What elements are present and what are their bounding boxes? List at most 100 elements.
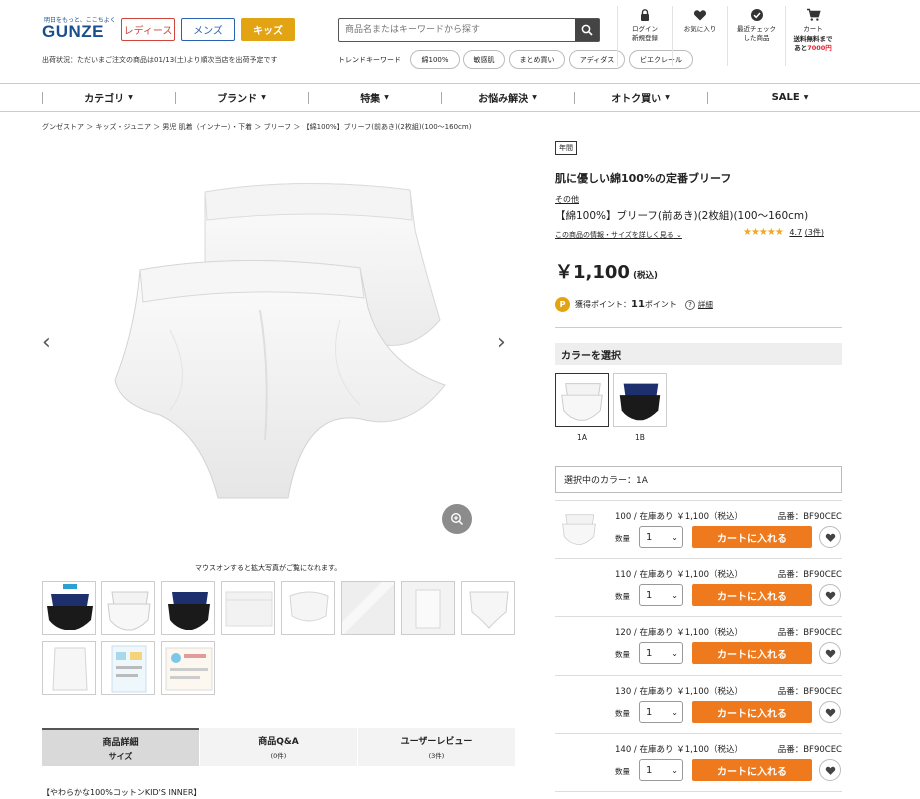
favorite-button[interactable] [819,526,841,548]
color-swatch-1a[interactable] [555,373,609,427]
nav-brand[interactable]: ブランド ▼ [175,84,308,111]
thumbnail-7[interactable] [401,581,455,635]
heart-icon [693,10,707,21]
brand-link[interactable]: その他 [555,194,579,205]
product-main-image[interactable] [110,180,460,510]
trend-keyword[interactable]: 綿100% [410,50,460,69]
rating-summary[interactable]: ★★★★★ 4.7 (3件) [743,227,824,238]
tab-product-qa[interactable]: 商品Q&A (0件) [200,728,357,766]
thumbnail-9[interactable] [42,641,96,695]
variant-code: 品番：BF90CEC [777,628,842,638]
search-icon [581,24,593,36]
variant-row-140: 140 / 在庫あり ￥1,100（税込） 品番：BF90CEC 数量 1 ⌄ カ… [555,733,842,791]
variant-size-stock: 100 / 在庫あり ￥1,100（税込） [615,512,744,522]
qty-select[interactable]: 1 ⌄ [639,584,683,606]
nav-category[interactable]: カテゴリ ▼ [42,84,175,111]
trend-keyword-label: トレンドキーワード [338,56,401,64]
caret-down-icon: ▼ [261,94,266,101]
qty-select[interactable]: 1 ⌄ [639,701,683,723]
swatch-image [619,383,661,421]
thumbnail-11[interactable] [161,641,215,695]
nav-feature[interactable]: 特集 ▼ [308,84,441,111]
mens-button[interactable]: メンズ [181,18,235,41]
qty-value: 1 [646,706,653,718]
swatch-image [561,383,603,421]
favorite-button[interactable] [819,642,841,664]
thumbnail-2[interactable] [101,581,155,635]
kids-button[interactable]: キッズ [241,18,295,41]
variant-row-120: 120 / 在庫あり ￥1,100（税込） 品番：BF90CEC 数量 1 ⌄ カ… [555,616,842,674]
thumbnail-8[interactable] [461,581,515,635]
tab-user-review[interactable]: ユーザーレビュー (3件) [358,728,515,766]
check-icon [750,9,763,21]
add-to-cart-button[interactable]: カートに入れる [692,526,812,548]
zoom-in-icon [450,512,464,526]
thumbnail-4[interactable] [221,581,275,635]
nav-sale-label: SALE [771,92,800,103]
nav-deals[interactable]: オトク買い ▼ [574,84,707,111]
cart-link[interactable]: カート 送料無料まで あと7000円 [785,6,840,66]
breadcrumb[interactable]: グンゼストア ＞ キッズ・ジュニア ＞ 男児 肌着（インナー）・下着 ＞ ブリー… [42,122,471,132]
heart-icon [825,533,835,542]
login-label: ログイン [632,25,658,33]
register-label: 新規登録 [632,34,658,42]
heart-icon [825,766,835,775]
product-info-link[interactable]: この商品の情報・サイズを詳しく見る ⌄ [555,230,682,240]
recent-label-2: した商品 [743,34,770,42]
rating-value: 4.7 [789,228,803,237]
thumbnail-5[interactable] [281,581,335,635]
nav-category-label: カテゴリ [84,94,125,105]
prev-image-arrow-icon[interactable]: ‹ [42,330,51,355]
nav-sale[interactable]: SALE ▼ [707,84,873,111]
variant-size-stock: 110 / 在庫あり ￥1,100（税込） [615,570,744,580]
qty-label: 数量 [615,709,630,718]
next-image-arrow-icon[interactable]: › [497,330,506,355]
login-link[interactable]: ログイン 新規登録 [617,6,672,66]
favorites-link[interactable]: お気に入り [672,6,727,66]
cart-free-amount-prefix: あと [794,44,808,52]
favorite-button[interactable] [819,701,841,723]
search-input[interactable] [339,19,575,41]
caret-down-icon: ▼ [384,94,389,101]
favorite-button[interactable] [819,759,841,781]
color-swatch-1b[interactable] [613,373,667,427]
qty-select[interactable]: 1 ⌄ [639,526,683,548]
qty-select[interactable]: 1 ⌄ [639,642,683,664]
qty-value: 1 [646,647,653,659]
chevron-down-icon: ⌄ [671,707,678,717]
nav-feature-label: 特集 [360,94,381,105]
variant-size-stock: 140 / 在庫あり ￥1,100（税込） [615,745,744,755]
cart-free-amount: 7000円 [807,44,832,52]
heart-icon [825,591,835,600]
trend-keyword[interactable]: まとめ買い [509,50,565,69]
thumbnail-1[interactable] [42,581,96,635]
thumbnail-image [47,584,93,630]
add-to-cart-button[interactable]: カートに入れる [692,642,812,664]
price-tax-label: (税込) [633,271,658,281]
zoom-button[interactable] [442,504,472,534]
divider [555,327,842,328]
color-code-1b: 1B [635,433,645,442]
qty-label: 数量 [615,767,630,776]
qty-select[interactable]: 1 ⌄ [639,759,683,781]
add-to-cart-button[interactable]: カートに入れる [692,584,812,606]
gunze-logo[interactable]: GUNZE [42,22,104,42]
thumbnail-6[interactable] [341,581,395,635]
recently-checked-link[interactable]: 最近チェック した商品 [727,6,785,66]
favorite-button[interactable] [819,584,841,606]
trend-keyword[interactable]: 敏感肌 [463,50,505,69]
caret-down-icon: ▼ [665,94,670,101]
ladies-button[interactable]: レディース [121,18,175,41]
search-button[interactable] [575,19,599,41]
points-detail-link[interactable]: 詳細 [698,299,713,310]
divider [555,791,842,792]
qty-label: 数量 [615,650,630,659]
nav-concerns[interactable]: お悩み解決 ▼ [441,84,574,111]
help-icon[interactable]: ? [684,299,695,310]
thumbnail-3[interactable] [161,581,215,635]
tab-product-detail[interactable]: 商品詳細 サイズ [42,728,199,766]
add-to-cart-button[interactable]: カートに入れる [692,701,812,723]
star-rating-icon: ★★★★★ [743,227,784,238]
thumbnail-10[interactable] [101,641,155,695]
add-to-cart-button[interactable]: カートに入れる [692,759,812,781]
